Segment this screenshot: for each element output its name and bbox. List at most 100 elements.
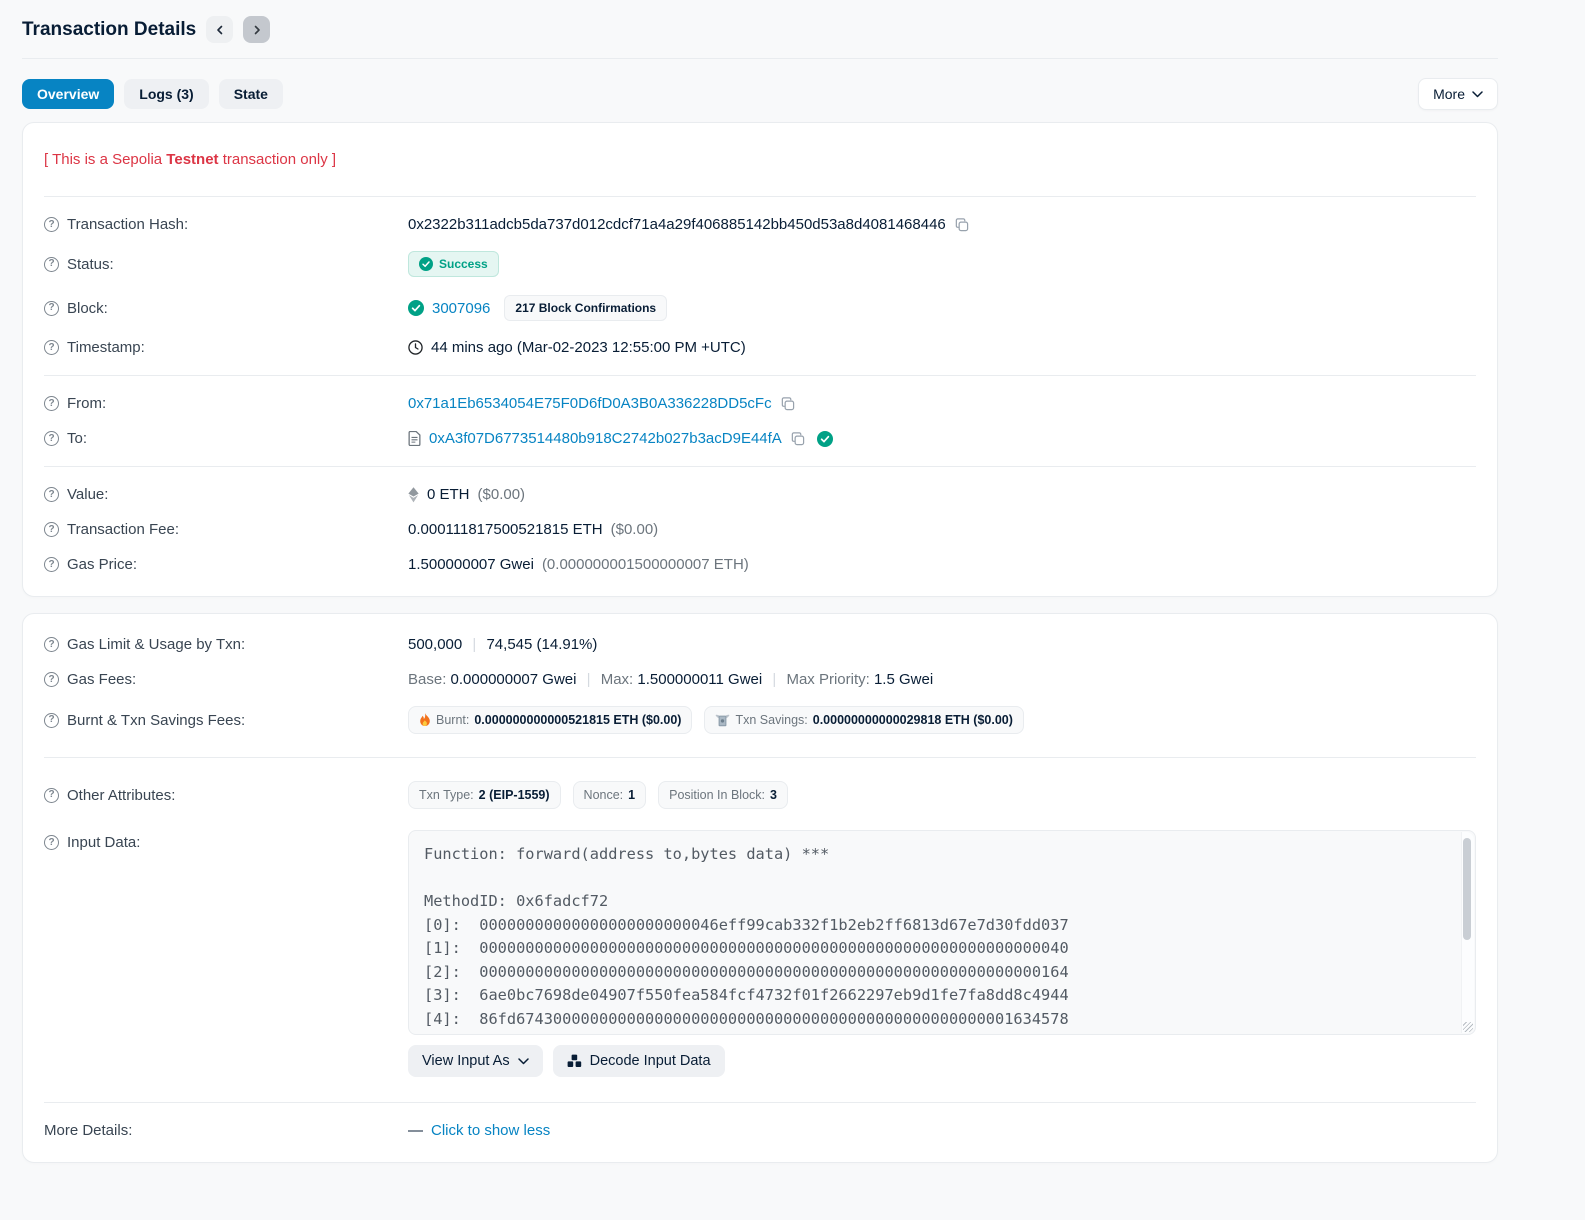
copy-to-address-button[interactable] [790, 431, 805, 446]
separator: | [582, 671, 595, 688]
decode-input-data-label: Decode Input Data [589, 1053, 711, 1069]
txn-savings-badge: Txn Savings: 0.00000000000029818 ETH ($0… [704, 706, 1024, 734]
divider [44, 757, 1476, 758]
chevron-right-icon [252, 25, 262, 35]
row-timestamp: ? Timestamp: 44 mins ago (Mar-02-2023 12:… [44, 330, 1476, 365]
tab-state[interactable]: State [218, 79, 283, 109]
nonce-value: 1 [628, 788, 636, 802]
row-gas-limit: ? Gas Limit & Usage by Txn: 500,000 | 74,… [44, 620, 1476, 662]
help-icon[interactable]: ? [44, 256, 59, 272]
help-icon[interactable]: ? [44, 787, 59, 803]
nonce-badge: Nonce: 1 [572, 781, 647, 809]
help-icon[interactable]: ? [44, 672, 59, 687]
fire-icon [419, 713, 431, 727]
from-label: From: [67, 395, 107, 412]
max-priority-label: Max Priority: [786, 671, 870, 688]
to-address-link[interactable]: 0xA3f07D6773514480b918C2742b027b3acD9E44… [429, 430, 782, 447]
burnt-badge-value: 0.000000000000521815 ETH ($0.00) [474, 713, 682, 727]
divider [44, 466, 1476, 467]
help-icon[interactable]: ? [44, 557, 59, 572]
txn-type-badge: Txn Type: 2 (EIP-1559) [408, 781, 561, 809]
to-label: To: [67, 430, 88, 447]
help-icon[interactable]: ? [44, 637, 59, 652]
view-input-as-button[interactable]: View Input As [408, 1045, 543, 1077]
row-gas-fees: ? Gas Fees: Base: 0.000000007 Gwei | Max:… [44, 662, 1476, 697]
separator: | [468, 636, 481, 653]
burnt-badge-label: Burnt: [436, 713, 470, 727]
next-transaction-button[interactable] [243, 16, 271, 43]
help-icon[interactable]: ? [44, 712, 59, 728]
show-less-link[interactable]: Click to show less [431, 1122, 550, 1139]
status-badge: Success [408, 251, 499, 277]
row-transaction-hash: ? Transaction Hash: 0x2322b311adcb5da737d… [44, 207, 1476, 242]
scrollbar-thumb[interactable] [1463, 838, 1471, 940]
copy-txn-hash-button[interactable] [954, 217, 969, 232]
gas-price-amount: 1.500000007 Gwei [408, 556, 534, 573]
copy-from-address-button[interactable] [780, 396, 795, 411]
gas-price-eth: (0.000000001500000007 ETH) [541, 556, 749, 573]
tabs-row: Overview Logs (3) State More [22, 78, 1498, 110]
more-details-label: More Details: [44, 1122, 133, 1139]
position-value: 3 [770, 788, 777, 802]
gas-fees-label: Gas Fees: [67, 671, 137, 688]
tab-overview[interactable]: Overview [22, 79, 115, 109]
main-container: Transaction Details Overview Logs (3) St… [22, 0, 1498, 1163]
help-icon[interactable]: ? [44, 835, 59, 850]
burnt-fee-badge: Burnt: 0.000000000000521815 ETH ($0.00) [408, 706, 693, 734]
other-attributes-label: Other Attributes: [67, 786, 176, 804]
help-icon[interactable]: ? [44, 217, 59, 232]
position-label: Position In Block: [669, 788, 765, 802]
timestamp-value: 44 mins ago (Mar-02-2023 12:55:00 PM +UT… [431, 339, 746, 356]
divider [44, 375, 1476, 376]
money-wings-icon [715, 714, 730, 727]
copy-icon [954, 217, 969, 232]
txn-savings-badge-value: 0.00000000000029818 ETH ($0.00) [812, 713, 1013, 727]
more-dropdown-button[interactable]: More [1418, 78, 1498, 110]
help-icon[interactable]: ? [44, 431, 59, 446]
max-fee-value: 1.500000011 Gwei [637, 671, 763, 688]
help-icon[interactable]: ? [44, 487, 59, 502]
gas-limit-label: Gas Limit & Usage by Txn: [67, 636, 246, 653]
gas-used-value: 74,545 (14.91%) [486, 636, 598, 653]
decode-input-data-button[interactable]: Decode Input Data [552, 1045, 725, 1077]
overview-card: [ This is a Sepolia Testnet transaction … [22, 122, 1498, 597]
scrollbar-track[interactable] [1461, 832, 1474, 1033]
value-label: Value: [67, 486, 109, 503]
value-amount: 0 ETH [427, 486, 470, 503]
row-more-details: More Details: — Click to show less [44, 1113, 1476, 1148]
txn-hash-label: Transaction Hash: [67, 216, 189, 233]
gas-limit-value: 500,000 [408, 636, 463, 653]
resize-handle[interactable] [1463, 1022, 1473, 1032]
block-number-link[interactable]: 3007096 [432, 300, 490, 317]
prev-transaction-button[interactable] [206, 16, 234, 43]
help-icon[interactable]: ? [44, 300, 59, 316]
separator: | [768, 671, 781, 688]
check-circle-icon [408, 300, 424, 316]
value-usd: ($0.00) [477, 486, 526, 503]
txn-type-value: 2 (EIP-1559) [478, 788, 550, 802]
from-address-link[interactable]: 0x71a1Eb6534054E75F0D6fD0A3B0A336228DD5c… [408, 395, 772, 412]
copy-icon [780, 396, 795, 411]
timestamp-label: Timestamp: [67, 339, 145, 356]
fee-label: Transaction Fee: [67, 521, 179, 538]
burnt-savings-label: Burnt & Txn Savings Fees: [67, 711, 246, 729]
txn-savings-badge-label: Txn Savings: [735, 713, 808, 727]
cubes-icon [567, 1054, 582, 1068]
copy-icon [790, 431, 805, 446]
help-icon[interactable]: ? [44, 396, 59, 411]
nonce-label: Nonce: [583, 788, 624, 802]
details-card: ? Gas Limit & Usage by Txn: 500,000 | 74,… [22, 613, 1498, 1163]
position-in-block-badge: Position In Block: 3 [658, 781, 788, 809]
minus-icon: — [408, 1122, 423, 1139]
input-data-box[interactable]: Function: forward(address to,bytes data)… [408, 830, 1476, 1035]
help-icon[interactable]: ? [44, 522, 59, 537]
eth-diamond-icon [408, 486, 419, 503]
help-icon[interactable]: ? [44, 340, 59, 355]
tab-logs[interactable]: Logs (3) [124, 79, 209, 109]
row-burnt-savings: ? Burnt & Txn Savings Fees: Burnt: 0.0000… [44, 697, 1476, 743]
base-fee-label: Base: [408, 671, 447, 688]
row-block: ? Block: 3007096 217 Block Confirmations [44, 286, 1476, 330]
row-value: ? Value: 0 ETH ($0.00) [44, 477, 1476, 512]
input-data-label: Input Data: [67, 834, 141, 851]
row-status: ? Status: Success [44, 242, 1476, 286]
